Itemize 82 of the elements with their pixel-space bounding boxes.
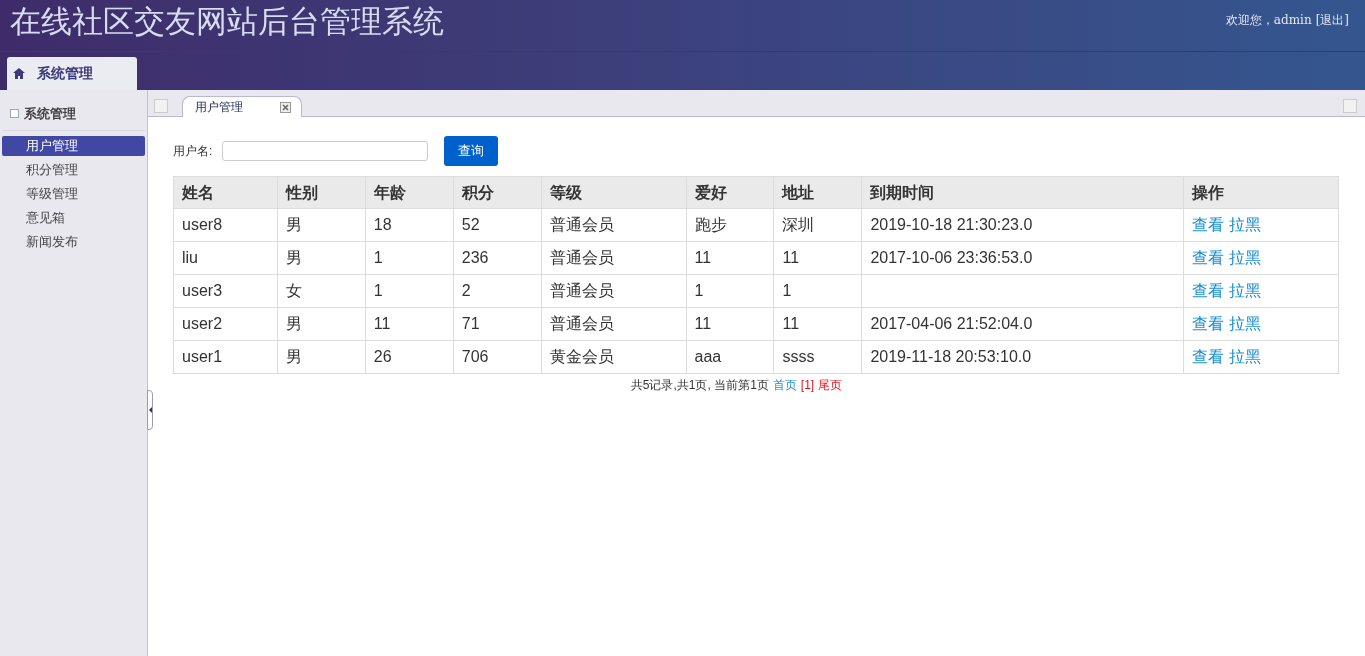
last-page-link[interactable]: 尾页 [818,376,843,394]
collapse-handle[interactable] [147,390,153,430]
username-field[interactable] [222,141,429,161]
table-cell: 11 [694,315,712,332]
view-link[interactable]: 查看 [1192,348,1225,365]
table-cell: 男 [285,315,302,332]
table-cell: user8 [182,216,223,233]
column-header: 等级 [541,176,687,209]
first-page-link[interactable]: 首页 [772,376,797,394]
table-cell: 2 [461,282,471,299]
column-header: 年龄 [365,176,454,209]
table-cell: 11 [694,249,712,266]
block-link[interactable]: 拉黑 [1229,216,1262,233]
table-cell: 跑步 [694,216,727,233]
table-cell: 女 [285,282,302,299]
table-cell: 普通会员 [549,249,614,266]
block-link[interactable]: 拉黑 [1229,282,1262,299]
column-header: 积分 [453,176,542,209]
table-cell: 1 [782,282,792,299]
table-cell: liu [182,249,198,266]
column-header: 到期时间 [861,176,1184,209]
table-cell: 236 [461,249,489,266]
table-cell: 2019-10-18 21:30:23.0 [870,216,1033,233]
scroll-right-button[interactable] [1343,99,1357,113]
table-cell: 普通会员 [549,282,614,299]
column-header: 操作 [1183,176,1339,209]
module-tab[interactable]: 系统管理 [7,57,137,90]
table-cell: 1 [373,282,383,299]
table-cell: 11 [782,315,800,332]
table-cell: 11 [373,315,391,332]
table-cell: user2 [182,315,223,332]
table-cell: 1 [694,282,704,299]
table-cell: aaa [694,348,722,365]
collapse-icon[interactable] [10,109,19,119]
table-cell: 深圳 [782,216,815,233]
table-cell: 18 [373,216,392,233]
table-cell: 1 [373,249,383,266]
sidebar-title: 系统管理 [24,105,76,123]
sidebar-item[interactable]: 意见箱 [2,207,145,228]
block-link[interactable]: 拉黑 [1229,249,1262,266]
page-tab[interactable]: 用户管理 [182,96,302,117]
block-link[interactable]: 拉黑 [1229,315,1262,332]
view-link[interactable]: 查看 [1192,249,1225,266]
block-link[interactable]: 拉黑 [1229,348,1262,365]
table-cell: 52 [461,216,480,233]
site-title: 在线社区交友网站后台管理系统 [9,3,444,41]
table-cell: 2019-11-18 20:53:10.0 [870,348,1032,365]
column-header: 爱好 [686,176,774,209]
column-header: 姓名 [173,176,278,209]
table-cell: 男 [285,348,302,365]
sidebar-item[interactable]: 用户管理 [2,135,145,156]
table-cell: ssss [782,348,815,365]
view-link[interactable]: 查看 [1192,315,1225,332]
table-cell: user3 [182,282,223,299]
current-page-link[interactable]: [1] [800,376,815,394]
table-cell: 11 [782,249,800,266]
sidebar-item[interactable]: 积分管理 [2,159,145,180]
table-cell: 男 [285,249,302,266]
table-cell: 普通会员 [549,216,614,233]
table-cell: 706 [461,348,489,365]
close-icon[interactable] [280,101,291,113]
table-cell: 2017-04-06 21:52:04.0 [870,315,1033,332]
table-cell: 男 [285,216,302,233]
table-cell: 普通会员 [549,315,614,332]
welcome-text: 欢迎您，admin [1225,12,1312,29]
scroll-left-button[interactable] [154,99,168,113]
pagination-summary: 共5记录,共1页, 当前第1页 [630,377,769,394]
column-header: 性别 [277,176,366,209]
table-cell: 26 [373,348,392,365]
table-cell: 2017-10-06 23:36:53.0 [870,249,1033,266]
home-icon [13,68,25,79]
username-label: 用户名: [173,143,213,160]
table-cell: 71 [461,315,480,332]
table-cell: 黄金会员 [549,348,614,365]
view-link[interactable]: 查看 [1192,282,1225,299]
table-cell: user1 [182,348,223,365]
sidebar-item[interactable]: 等级管理 [2,183,145,204]
logout-link[interactable]: [退出] [1315,11,1349,29]
sidebar-item[interactable]: 新闻发布 [2,231,145,252]
column-header: 地址 [774,176,862,209]
view-link[interactable]: 查看 [1192,216,1225,233]
search-button[interactable]: 查询 [444,136,499,166]
